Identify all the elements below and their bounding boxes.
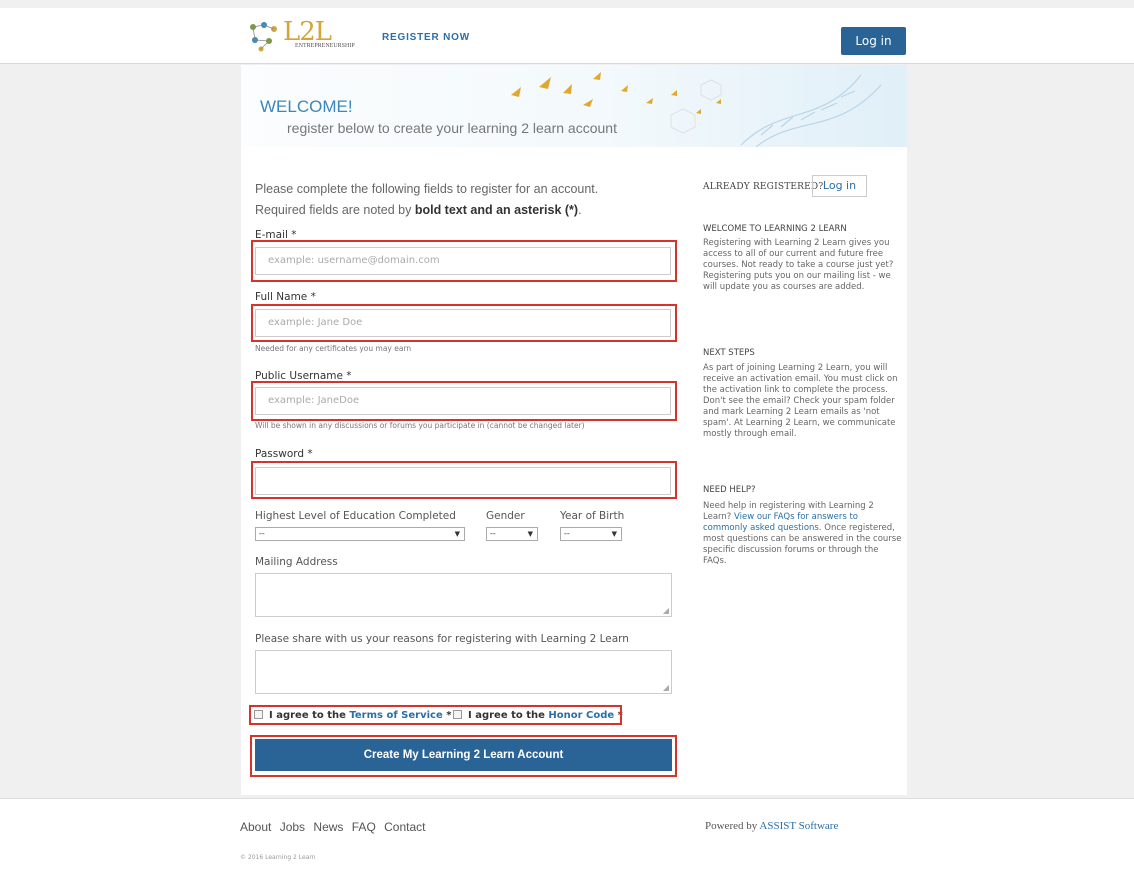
footer-link-about[interactable]: About: [240, 820, 271, 834]
education-value: --: [259, 529, 265, 538]
full-name-hint: Needed for any certificates you may earn: [255, 344, 412, 353]
footer-link-faq[interactable]: FAQ: [352, 820, 376, 834]
logo-subtitle: ENTREPRENEURSHIP: [295, 43, 355, 49]
welcome-subtitle: register below to create your learning 2…: [287, 120, 617, 136]
welcome-section-text: Registering with Learning 2 Learn gives …: [703, 238, 894, 292]
need-help-text: Need help in registering with Learning 2…: [703, 501, 903, 567]
password-highlight-box: [251, 461, 677, 499]
footer-link-contact[interactable]: Contact: [384, 820, 425, 834]
register-now-link[interactable]: REGISTER NOW: [382, 32, 470, 43]
site-logo[interactable]: L2L ENTREPRENEURSHIP: [247, 17, 357, 53]
resize-grip-icon[interactable]: ◢: [663, 683, 669, 692]
next-steps-text: As part of joining Learning 2 Learn, you…: [703, 363, 898, 439]
submit-highlight-box: [250, 735, 677, 777]
welcome-section-title: WELCOME TO LEARNING 2 LEARN: [703, 224, 847, 234]
next-steps-title: NEXT STEPS: [703, 348, 755, 358]
agreements-highlight-box: [249, 705, 622, 725]
sidebar-login-button[interactable]: Log in: [812, 175, 867, 197]
gender-select[interactable]: -- ▼: [486, 527, 538, 541]
chevron-down-icon: ▼: [527, 530, 533, 538]
full-name-highlight-box: [251, 304, 677, 342]
year-of-birth-select[interactable]: -- ▼: [560, 527, 622, 541]
password-label: Password *: [255, 448, 313, 460]
year-of-birth-value: --: [564, 529, 570, 538]
reasons-label: Please share with us your reasons for re…: [255, 633, 629, 645]
intro-line-2: Required fields are noted by bold text a…: [255, 200, 598, 221]
logo-network-icon: [250, 22, 277, 52]
mailing-address-label: Mailing Address: [255, 556, 338, 568]
intro-line-2-suffix: .: [578, 203, 582, 217]
welcome-banner: WELCOME! register below to create your l…: [241, 65, 907, 147]
full-name-label: Full Name *: [255, 291, 316, 303]
intro-line-1: Please complete the following fields to …: [255, 182, 599, 196]
footer-link-jobs[interactable]: Jobs: [280, 820, 305, 834]
username-highlight-box: [251, 381, 677, 421]
header-login-button[interactable]: Log in: [841, 27, 906, 55]
welcome-heading: WELCOME!: [260, 97, 353, 116]
powered-prefix: Powered by: [705, 820, 760, 832]
reasons-textarea[interactable]: ◢: [255, 650, 672, 694]
footer-links: About Jobs News FAQ Contact: [240, 820, 430, 834]
form-intro: Please complete the following fields to …: [255, 179, 598, 221]
intro-line-2-bold: bold text and an asterisk (*): [414, 203, 579, 217]
registration-card: WELCOME! register below to create your l…: [241, 65, 907, 795]
already-registered-label: ALREADY REGISTERED?: [703, 182, 824, 192]
intro-line-2-prefix: Required fields are noted by: [255, 203, 415, 217]
education-select[interactable]: -- ▼: [255, 527, 465, 541]
mailing-address-textarea[interactable]: ◢: [255, 573, 672, 617]
username-hint: Will be shown in any discussions or foru…: [255, 421, 585, 430]
powered-by: Powered by ASSIST Software: [705, 820, 838, 832]
need-help-title: NEED HELP?: [703, 485, 756, 495]
assist-software-link[interactable]: ASSIST Software: [759, 820, 838, 832]
chevron-down-icon: ▼: [454, 530, 460, 538]
gender-value: --: [490, 529, 496, 538]
resize-grip-icon[interactable]: ◢: [663, 606, 669, 615]
page-footer: About Jobs News FAQ Contact © 2016 Learn…: [0, 798, 1134, 883]
year-of-birth-label: Year of Birth: [560, 510, 625, 522]
copyright-text: © 2016 Learning 2 Learn: [240, 854, 316, 861]
education-label: Highest Level of Education Completed: [255, 510, 456, 522]
footer-link-news[interactable]: News: [313, 820, 343, 834]
email-highlight-box: [251, 240, 677, 282]
gender-label: Gender: [486, 510, 525, 522]
top-nav: L2L ENTREPRENEURSHIP REGISTER NOW Log in: [0, 8, 1134, 64]
chevron-down-icon: ▼: [611, 530, 617, 538]
